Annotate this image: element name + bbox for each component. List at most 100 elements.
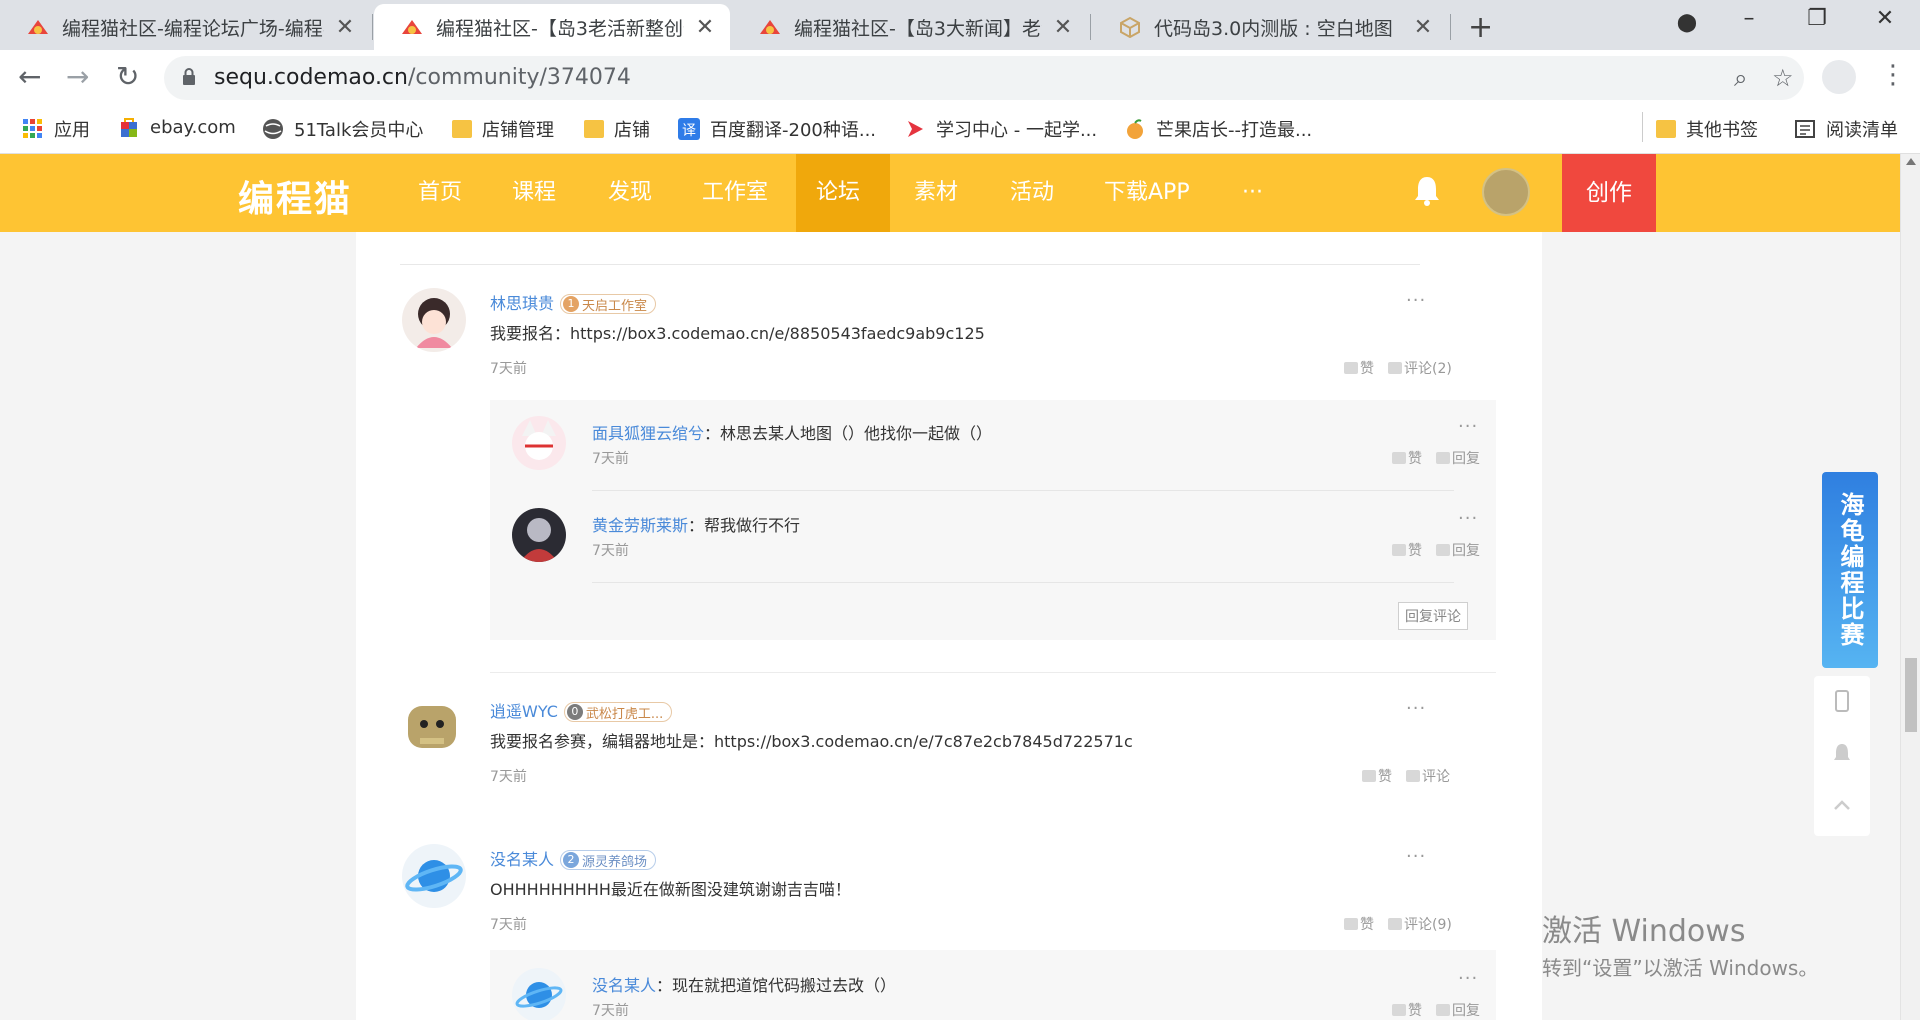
avatar[interactable] bbox=[512, 968, 566, 1020]
back-icon[interactable]: ← bbox=[18, 60, 41, 93]
tab-forum-square[interactable]: 编程猫社区-编程论坛广场-编程学 ✕ bbox=[0, 4, 370, 50]
star-icon[interactable]: ☆ bbox=[1772, 64, 1794, 92]
bookmark-ebay[interactable]: ebay.com bbox=[118, 116, 236, 138]
bookmark-shop[interactable]: 店铺 bbox=[584, 116, 650, 142]
close-icon[interactable]: ✕ bbox=[1052, 15, 1074, 40]
comment-actions: 赞 评论(9) bbox=[1330, 914, 1452, 934]
nav-events[interactable]: 活动 bbox=[990, 154, 1074, 232]
studio-badge[interactable]: 2 源灵养鸽场 bbox=[560, 850, 657, 870]
nav-studio[interactable]: 工作室 bbox=[682, 154, 788, 232]
reply-button[interactable]: 回复 bbox=[1436, 540, 1480, 560]
notification-icon[interactable] bbox=[1832, 742, 1852, 764]
nav-forum[interactable]: 论坛 bbox=[796, 154, 890, 232]
reply-button[interactable]: 回复 bbox=[1436, 448, 1480, 468]
username-link[interactable]: 没名某人 2 源灵养鸽场 bbox=[490, 846, 657, 870]
site-header: 编程猫 首页 课程 发现 工作室 论坛 素材 活动 下载APP ··· 创作 bbox=[0, 154, 1920, 232]
more-menu-icon[interactable]: ⋮ bbox=[1880, 60, 1906, 90]
nav-courses[interactable]: 课程 bbox=[492, 154, 576, 232]
create-button[interactable]: 创作 bbox=[1562, 154, 1656, 232]
username-link[interactable]: 面具狐狸云绾兮 bbox=[592, 424, 704, 443]
username-link[interactable]: 黄金劳斯莱斯 bbox=[592, 516, 688, 535]
reply-text: 林思去某人地图（）他找你一起做（） bbox=[720, 424, 993, 443]
profile-avatar-icon[interactable] bbox=[1822, 60, 1856, 94]
close-icon[interactable]: ✕ bbox=[694, 15, 716, 40]
bookmark-51talk[interactable]: 51Talk会员中心 bbox=[262, 116, 423, 142]
mobile-icon[interactable] bbox=[1832, 690, 1852, 712]
reload-icon[interactable]: ↻ bbox=[116, 60, 139, 93]
reply-line: 黄金劳斯莱斯：帮我做行不行 bbox=[592, 516, 801, 535]
bookmark-other[interactable]: 其他书签 bbox=[1656, 116, 1758, 142]
username-link[interactable]: 没名某人 bbox=[592, 976, 656, 995]
nav-discover[interactable]: 发现 bbox=[588, 154, 672, 232]
tab-separator bbox=[1090, 14, 1091, 40]
comment-button[interactable]: 评论 bbox=[1406, 766, 1450, 786]
more-options-icon[interactable]: ··· bbox=[1406, 290, 1426, 311]
more-options-icon[interactable]: ··· bbox=[1406, 698, 1426, 719]
comment-button[interactable]: 评论(9) bbox=[1388, 914, 1452, 934]
more-options-icon[interactable]: ··· bbox=[1406, 846, 1426, 867]
close-icon[interactable]: ✕ bbox=[1412, 15, 1434, 40]
bookmark-reading-list[interactable]: 阅读清单 bbox=[1794, 116, 1898, 142]
back-to-top-icon[interactable] bbox=[1832, 794, 1852, 816]
comment-icon bbox=[1436, 452, 1450, 464]
comment-button[interactable]: 评论(2) bbox=[1388, 358, 1452, 378]
comment-actions: 赞 评论(2) bbox=[1330, 358, 1452, 378]
avatar[interactable] bbox=[402, 844, 466, 908]
tab-separator bbox=[1450, 14, 1451, 40]
bookmark-mango[interactable]: 芒果店长--打造最... bbox=[1124, 116, 1312, 142]
studio-badge[interactable]: 1 天启工作室 bbox=[560, 294, 657, 314]
minimize-icon[interactable]: – bbox=[1734, 6, 1764, 31]
tab-island3-news[interactable]: 编程猫社区-【岛3大新闻】老活新 ✕ bbox=[732, 4, 1088, 50]
user-avatar[interactable] bbox=[1482, 168, 1530, 216]
scroll-thumb[interactable] bbox=[1905, 658, 1917, 732]
tab-code-island-map[interactable]: 代码岛3.0内测版 : 空白地图 ✕ bbox=[1092, 4, 1448, 50]
studio-badge[interactable]: 0 武松打虎工... bbox=[563, 702, 673, 722]
username-link[interactable]: 逍遥WYC 0 武松打虎工... bbox=[490, 698, 673, 722]
tab-search-icon[interactable]: ⬤ bbox=[1672, 12, 1702, 33]
nav-download-app[interactable]: 下载APP bbox=[1084, 154, 1210, 232]
avatar[interactable] bbox=[402, 696, 462, 756]
bookmark-apps[interactable]: 应用 bbox=[22, 116, 90, 142]
nav-home[interactable]: 首页 bbox=[398, 154, 482, 232]
maximize-icon[interactable]: ❐ bbox=[1802, 6, 1832, 31]
play-icon bbox=[908, 121, 923, 137]
nav-more[interactable]: ··· bbox=[1222, 154, 1283, 232]
more-options-icon[interactable]: ··· bbox=[1458, 416, 1478, 437]
site-logo[interactable]: 编程猫 bbox=[238, 170, 352, 222]
window-close-icon[interactable]: ✕ bbox=[1870, 6, 1900, 31]
like-button[interactable]: 赞 bbox=[1392, 448, 1422, 468]
like-button[interactable]: 赞 bbox=[1344, 358, 1374, 378]
tab-island3-create[interactable]: 编程猫社区-【岛3老活新整创作】 ✕ bbox=[374, 4, 730, 50]
page-scrollbar[interactable] bbox=[1900, 154, 1920, 1020]
codemao-favicon bbox=[760, 20, 780, 34]
like-button[interactable]: 赞 bbox=[1392, 1000, 1422, 1020]
reply-line: 面具狐狸云绾兮：林思去某人地图（）他找你一起做（） bbox=[592, 424, 993, 443]
bookmark-shop-manage[interactable]: 店铺管理 bbox=[452, 116, 554, 142]
forward-icon[interactable]: → bbox=[66, 60, 89, 93]
zoom-icon[interactable]: ⌕ bbox=[1734, 64, 1747, 92]
plus-icon[interactable]: + bbox=[1468, 10, 1493, 45]
like-button[interactable]: 赞 bbox=[1344, 914, 1374, 934]
scroll-up-icon[interactable] bbox=[1906, 158, 1916, 165]
reply-button[interactable]: 回复 bbox=[1436, 1000, 1480, 1020]
bookmark-baidu-translate[interactable]: 译 百度翻译-200种语... bbox=[678, 116, 876, 142]
close-icon[interactable]: ✕ bbox=[334, 15, 356, 40]
like-button[interactable]: 赞 bbox=[1392, 540, 1422, 560]
like-button[interactable]: 赞 bbox=[1362, 766, 1392, 786]
more-options-icon[interactable]: ··· bbox=[1458, 968, 1478, 989]
reply-comment-button[interactable]: 回复评论 bbox=[1398, 602, 1468, 630]
divider bbox=[592, 582, 1454, 583]
avatar[interactable] bbox=[402, 288, 466, 352]
url-bar[interactable]: sequ.codemao.cn/community/374074 ⌕ ☆ bbox=[164, 56, 1804, 100]
nav-materials[interactable]: 素材 bbox=[894, 154, 978, 232]
avatar[interactable] bbox=[512, 416, 566, 470]
bookmark-study-center[interactable]: 学习中心 - 一起学... bbox=[904, 116, 1097, 142]
more-options-icon[interactable]: ··· bbox=[1458, 508, 1478, 529]
username-link[interactable]: 林思琪贵 1 天启工作室 bbox=[490, 290, 657, 314]
bell-icon[interactable] bbox=[1412, 174, 1442, 208]
reply-time: 7天前 bbox=[592, 451, 629, 467]
thumbs-up-icon bbox=[1344, 362, 1358, 374]
thumbs-up-icon bbox=[1392, 452, 1406, 464]
avatar[interactable] bbox=[512, 508, 566, 562]
turtle-contest-banner[interactable]: 海龟编程比赛 bbox=[1822, 472, 1878, 668]
